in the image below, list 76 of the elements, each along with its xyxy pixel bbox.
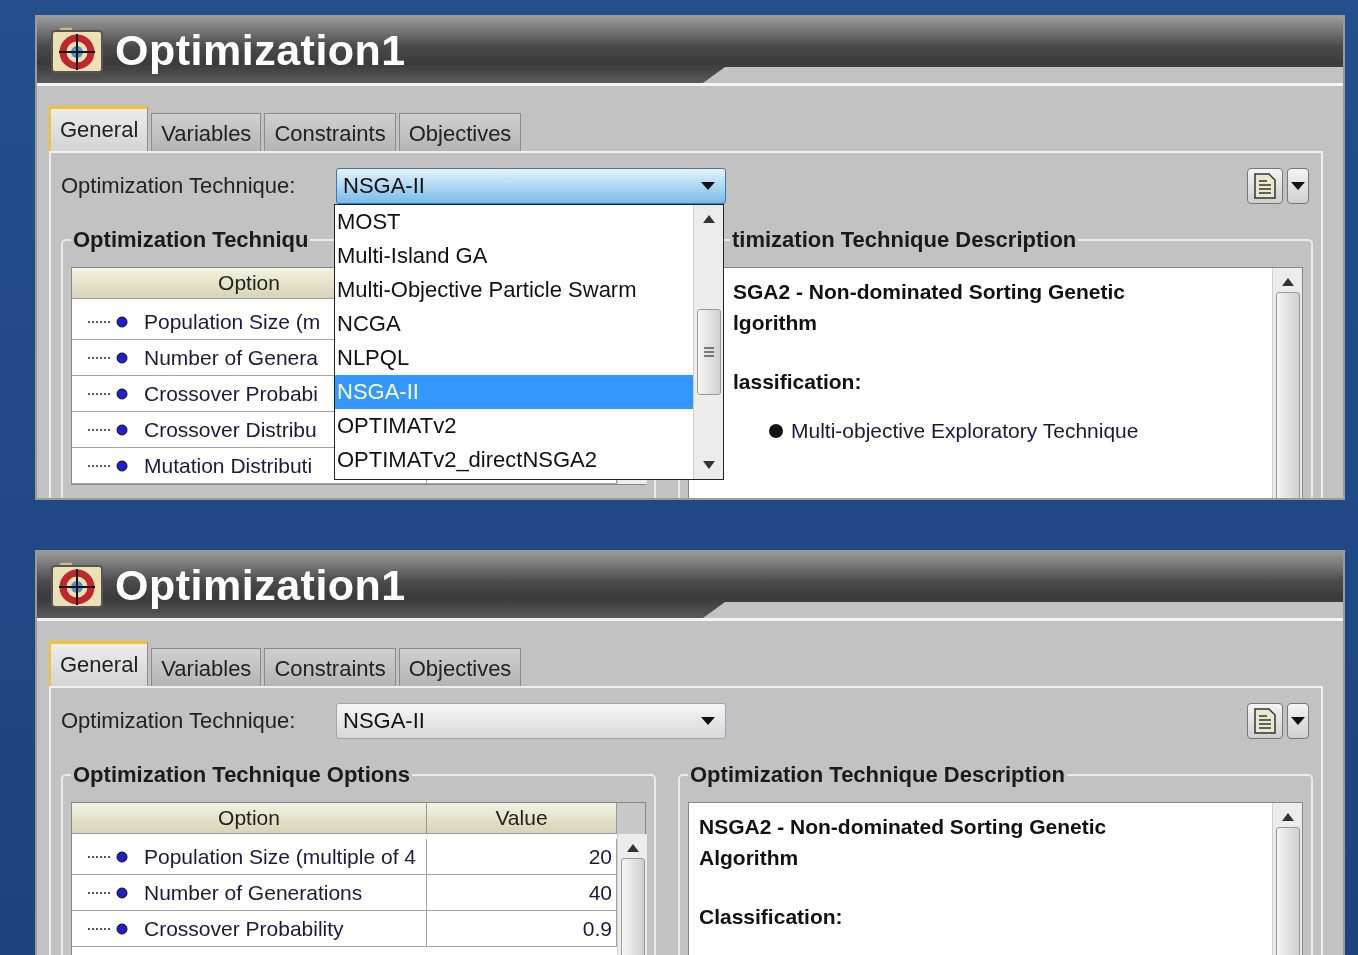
grip-icon xyxy=(702,346,715,358)
tab[interactable]: Variables xyxy=(151,648,262,686)
technique-dropdown[interactable]: NSGA-II xyxy=(336,703,726,739)
bullet-icon xyxy=(116,387,128,400)
menu-button[interactable] xyxy=(1287,168,1309,204)
option-name: Population Size (m xyxy=(144,309,321,334)
description-heading: NSGA2 - Non-dominated Sorting Genetic xyxy=(699,814,1108,840)
tree-line xyxy=(88,392,110,395)
option-name: Crossover Probabi xyxy=(144,381,318,406)
caret-icon xyxy=(1291,182,1305,190)
document-icon-button[interactable] xyxy=(1247,168,1283,204)
tree-line xyxy=(88,891,110,894)
scroll-up-arrow-icon[interactable] xyxy=(1281,813,1294,821)
dropdown-option[interactable]: NLPQL xyxy=(335,341,693,375)
tab[interactable]: General xyxy=(49,641,149,686)
window-title: Optimization1 xyxy=(115,560,406,610)
scroll-up-arrow-icon[interactable] xyxy=(1281,278,1294,286)
description-heading: Algorithm xyxy=(699,845,800,871)
bullet-icon xyxy=(116,922,128,935)
tree-line xyxy=(88,927,110,930)
scrollbar[interactable] xyxy=(617,834,647,955)
tree-line xyxy=(88,356,110,359)
caret-icon xyxy=(701,717,715,725)
bullet-icon xyxy=(769,423,783,438)
document-icon-button[interactable] xyxy=(1247,703,1283,739)
tab[interactable]: Objectives xyxy=(398,113,522,151)
classification-item: Multi-objective Exploratory Technique xyxy=(791,418,1139,444)
tree-line xyxy=(88,464,110,467)
tab[interactable]: General xyxy=(49,106,149,151)
dropdown-option[interactable]: MOST xyxy=(335,205,693,239)
option-name: Crossover Probability xyxy=(144,916,344,941)
technique-dropdown[interactable]: NSGA-II xyxy=(336,168,726,204)
option-name: Population Size (multiple of 4 xyxy=(144,844,416,869)
option-name: Number of Generations xyxy=(144,880,363,905)
group-title: Optimization Technique Description xyxy=(689,762,1066,788)
bullet-icon xyxy=(116,850,128,863)
description-heading: lgorithm xyxy=(733,310,818,336)
option-name: Number of Genera xyxy=(144,345,318,370)
target-icon xyxy=(51,27,103,73)
scroll-down-arrow-icon[interactable] xyxy=(702,461,715,469)
bullet-icon xyxy=(116,459,128,472)
bullet-icon xyxy=(116,351,128,364)
dropdown-option[interactable]: NCGA xyxy=(335,307,693,341)
scroll-up-arrow-icon[interactable] xyxy=(702,215,715,223)
column-header: Option xyxy=(72,803,427,834)
option-name: Mutation Distributi xyxy=(144,453,313,478)
bullet-icon xyxy=(116,423,128,436)
column-header: Value xyxy=(427,803,617,834)
menu-button[interactable] xyxy=(1287,703,1309,739)
tree-line xyxy=(88,428,110,431)
field-label: Optimization Technique: xyxy=(61,708,297,734)
caret-icon xyxy=(1291,717,1305,725)
window-title: Optimization1 xyxy=(115,25,406,75)
tab[interactable]: Constraints xyxy=(264,113,396,151)
group-title: timization Technique Description xyxy=(731,227,1078,253)
target-icon xyxy=(51,562,103,608)
tree-line xyxy=(88,320,110,323)
dropdown-option[interactable]: OPTIMATv2_directNSGA2 xyxy=(335,443,693,477)
bullet-icon xyxy=(116,315,128,328)
tab[interactable]: Constraints xyxy=(264,648,396,686)
description-heading: SGA2 - Non-dominated Sorting Genetic xyxy=(733,279,1127,305)
group-title: Optimization Techniqu xyxy=(72,227,310,253)
classification-label: Classification: xyxy=(699,904,844,930)
group-title: Optimization Technique Options xyxy=(72,762,411,788)
bullet-icon xyxy=(116,886,128,899)
tab[interactable]: Variables xyxy=(151,113,262,151)
scrollbar[interactable] xyxy=(693,205,723,479)
field-label: Optimization Technique: xyxy=(61,173,297,199)
tree-line xyxy=(88,855,110,858)
scrollbar[interactable] xyxy=(1272,268,1302,498)
classification-label: lassification: xyxy=(733,369,863,395)
scroll-up-arrow-icon[interactable] xyxy=(626,844,639,852)
caret-icon xyxy=(701,182,715,190)
option-name: Crossover Distribu xyxy=(144,417,317,442)
tab[interactable]: Objectives xyxy=(398,648,522,686)
dropdown-option[interactable]: OPTIMATv2 xyxy=(335,409,693,443)
